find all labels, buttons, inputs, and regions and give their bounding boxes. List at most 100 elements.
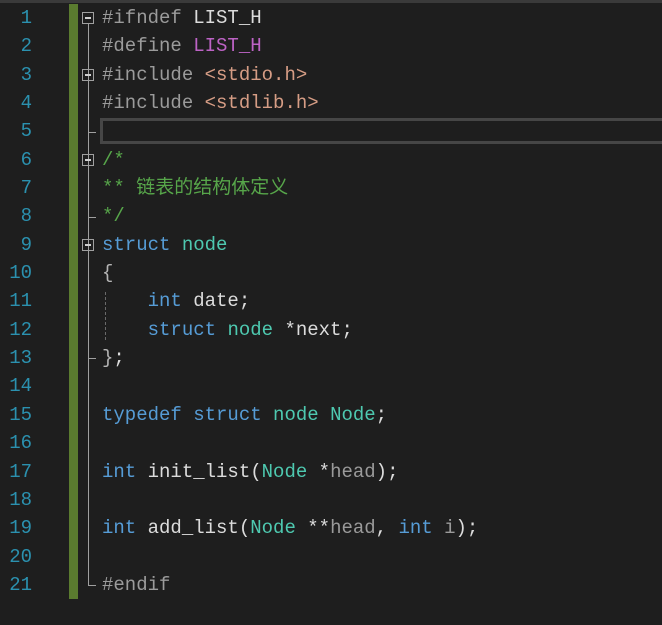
code-token: struct: [102, 233, 182, 256]
line-number: 16: [9, 432, 32, 455]
code-line[interactable]: [102, 543, 662, 571]
code-line[interactable]: struct node *next;: [102, 316, 662, 344]
code-token: head: [330, 460, 376, 483]
code-token: add_list(: [147, 517, 251, 540]
outline-end: [88, 585, 96, 587]
code-token: {: [102, 262, 114, 285]
code-token: #ifndef: [102, 7, 194, 29]
code-token: int: [102, 517, 148, 540]
line-number: 17: [9, 460, 32, 483]
code-token: /*: [102, 148, 125, 171]
code-token: ,: [375, 517, 399, 540]
line-number: 1: [20, 7, 32, 29]
code-token: );: [375, 460, 399, 483]
code-line[interactable]: [102, 372, 662, 400]
code-token: head: [330, 517, 376, 540]
code-line[interactable]: struct node: [102, 231, 662, 259]
indent-guide: [105, 291, 107, 341]
outline-line: [88, 250, 89, 359]
line-number: 8: [20, 205, 32, 228]
code-token: node: [181, 233, 228, 256]
code-token: typedef: [102, 403, 194, 426]
code-token: #include: [102, 92, 205, 115]
line-number: 2: [20, 35, 32, 58]
code-token: */: [102, 205, 125, 228]
code-token: Node: [250, 517, 308, 540]
line-number: 10: [9, 262, 32, 285]
line-number: 9: [20, 233, 32, 256]
code-token: int: [147, 290, 194, 313]
editor-top-border: [0, 0, 662, 3]
code-line[interactable]: #include <stdio.h>: [102, 61, 662, 89]
line-number: 6: [20, 148, 32, 171]
code-token: Node: [330, 403, 376, 426]
code-token: date;: [193, 290, 251, 313]
code-line[interactable]: #ifndef LIST_H: [102, 4, 662, 32]
code-token: }: [102, 347, 114, 370]
code-token: #endif: [102, 573, 171, 596]
code-line[interactable]: };: [102, 344, 662, 372]
line-number: 14: [9, 375, 32, 398]
line-number-gutter: 1 2 3 4 5 6 7 8 9 10 11 12 13 14 15 16 17 18 19 20 21: [0, 4, 40, 599]
code-line[interactable]: int date;: [102, 287, 662, 315]
collapse-icon[interactable]: [82, 68, 94, 81]
code-line[interactable]: [102, 429, 662, 457]
line-number: 11: [9, 290, 32, 313]
outline-end: [88, 131, 96, 133]
change-tracking-bar: [69, 4, 78, 599]
code-token: #include: [102, 63, 205, 86]
line-number: 3: [20, 63, 32, 86]
outline-end: [88, 358, 96, 360]
code-line[interactable]: #define LIST_H: [102, 32, 662, 60]
line-number: 13: [9, 347, 32, 370]
outline-line: [88, 80, 89, 132]
code-token: i: [444, 517, 456, 540]
code-token: ;: [375, 403, 388, 426]
outline-line: [88, 165, 89, 217]
code-token: LIST_H: [193, 35, 262, 58]
code-line[interactable]: int init_list(Node *head);: [102, 458, 662, 486]
code-token: node: [227, 318, 285, 341]
line-number: 7: [20, 177, 32, 200]
line-number: 19: [9, 517, 32, 540]
code-token: LIST_H: [193, 7, 262, 29]
outline-end: [88, 216, 96, 218]
line-number: 20: [9, 545, 32, 568]
code-token: **: [307, 517, 331, 540]
code-line[interactable]: [102, 486, 662, 514]
code-line[interactable]: int add_list(Node **head, int i);: [102, 514, 662, 542]
code-token: <stdlib.h>: [204, 92, 319, 115]
code-token: int: [398, 517, 445, 540]
code-line[interactable]: #endif: [102, 571, 662, 599]
code-token: struct: [193, 403, 274, 426]
collapse-icon[interactable]: [82, 12, 94, 25]
code-token: );: [455, 517, 479, 540]
code-editor[interactable]: #ifndef LIST_H #define LIST_H #include <st…: [102, 4, 662, 599]
code-line[interactable]: /*: [102, 146, 662, 174]
code-token: node: [273, 403, 331, 426]
code-token: <stdio.h>: [204, 63, 308, 86]
code-line[interactable]: ** 链表的结构体定义: [102, 174, 662, 202]
code-token: struct: [147, 318, 228, 341]
line-number: 21: [9, 573, 32, 596]
code-line[interactable]: typedef struct node Node;: [102, 401, 662, 429]
code-token: *: [318, 460, 331, 483]
line-number: 5: [20, 120, 32, 143]
collapse-icon[interactable]: [82, 153, 94, 166]
code-token: #define: [102, 35, 194, 58]
code-token: *next;: [284, 318, 353, 341]
code-token: init_list(: [147, 460, 262, 483]
code-token: int: [102, 460, 148, 483]
code-line[interactable]: #include <stdlib.h>: [102, 89, 662, 117]
line-number: 15: [9, 403, 32, 426]
code-token: ;: [113, 347, 125, 370]
code-token: Node: [261, 460, 319, 483]
code-line[interactable]: */: [102, 202, 662, 230]
code-token: ** 链表的结构体定义: [102, 177, 289, 200]
collapse-icon[interactable]: [82, 238, 94, 251]
line-number: 18: [9, 488, 32, 511]
code-line[interactable]: [102, 117, 662, 145]
code-line[interactable]: {: [102, 259, 662, 287]
